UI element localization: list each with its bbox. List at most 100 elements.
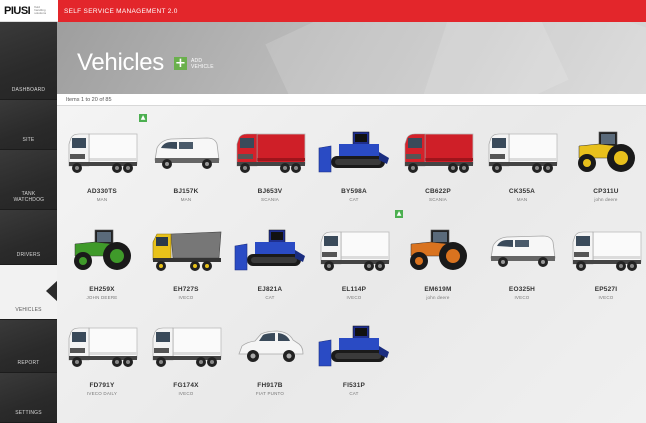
vehicle-brand: SCANIA	[429, 197, 447, 202]
vehicle-brand: IVECO	[346, 295, 362, 300]
page-title: Vehicles	[77, 49, 164, 76]
vehicle-brand: john deere	[594, 197, 618, 202]
logo-tagline: fluid handling solutions	[34, 5, 47, 15]
vehicle-card[interactable]: EH259X JOHN DEERE	[61, 206, 143, 302]
vehicle-brand: FIAT PUNTO	[255, 391, 285, 396]
vehicle-plate: FG174X	[173, 382, 199, 389]
page-header: Vehicles + ADD VEHICLE	[57, 22, 646, 94]
vehicle-card[interactable]: EO325H IVECO	[481, 206, 563, 302]
sidebar-item-tank-watchdog[interactable]: TANK WATCHDOG	[0, 150, 57, 210]
vehicle-brand: CAT	[265, 295, 275, 300]
vehicle-plate: AD330TS	[87, 188, 117, 195]
vehicle-brand: MAN	[516, 197, 528, 202]
sidebar-item-report[interactable]: REPORT	[0, 320, 57, 373]
vehicle-plate: CK355A	[508, 188, 536, 195]
dumptruck-yellow-icon	[149, 226, 223, 276]
vehicle-brand: CAT	[349, 391, 359, 396]
vehicle-brand: MAN	[180, 197, 192, 202]
bulldozer-blue-icon	[317, 128, 391, 178]
vehicle-brand: IVECO	[598, 295, 614, 300]
vehicle-card[interactable]: FI531P CAT	[313, 302, 395, 398]
vehicle-plate: FI531P	[342, 382, 366, 389]
sidebar-item-dashboard[interactable]: DASHBOARD	[0, 22, 57, 100]
vehicle-card[interactable]: EL114P IVECO	[313, 206, 395, 302]
brand-logo[interactable]: PIUSI fluid handling solutions	[0, 0, 58, 22]
alert-badge-icon[interactable]: ▲	[395, 210, 403, 218]
vehicle-brand: john deere	[426, 295, 450, 300]
sidebar-item-label: TANK WATCHDOG	[13, 191, 45, 203]
vehicle-brand: IVECO	[178, 295, 194, 300]
vehicle-plate: FH917B	[257, 382, 283, 389]
sidebar-item-label: REPORT	[17, 360, 40, 366]
tractor-green-icon	[65, 226, 139, 276]
vehicle-card[interactable]: EM619M john deere	[397, 206, 479, 302]
vehicle-brand: CAT	[349, 197, 359, 202]
logo-text: PIUSI	[4, 4, 31, 17]
vehicle-card[interactable]: BY598A CAT	[313, 108, 395, 204]
truck-red-icon	[401, 128, 475, 178]
vehicle-plate: CB622P	[425, 188, 451, 195]
vehicle-card[interactable]: FG174X IVECO	[145, 302, 227, 398]
vehicle-brand: IVECO	[514, 295, 530, 300]
vehicle-plate: EH727S	[173, 286, 199, 293]
vehicle-card[interactable]: CK355A MAN	[481, 108, 563, 204]
app-title: SELF SERVICE MANAGEMENT 2.0	[64, 7, 178, 15]
vehicle-card[interactable]: FD791Y IVECO DAILY	[61, 302, 143, 398]
vehicle-plate: EH259X	[89, 286, 115, 293]
vehicle-brand: JOHN DEERE	[86, 295, 118, 300]
van-white-icon	[149, 128, 223, 178]
sidebar: DASHBOARD SITE TANK WATCHDOG DRIVERS VEH…	[0, 22, 57, 423]
vehicle-plate: EO325H	[508, 286, 536, 293]
tractor-orange-icon	[401, 226, 475, 276]
vehicle-brand: IVECO DAILY	[86, 391, 118, 396]
truck-white-icon	[65, 322, 139, 372]
sidebar-item-label: VEHICLES	[15, 307, 42, 313]
sidebar-item-label: SITE	[22, 137, 35, 143]
vehicle-card[interactable]: BJ653V SCANIA	[229, 108, 311, 204]
vehicle-card[interactable]: CB622P SCANIA	[397, 108, 479, 204]
vehicle-card[interactable]: FH917B FIAT PUNTO	[229, 302, 311, 398]
pagination-info: Items 1 to 20 of 85	[57, 94, 646, 106]
bulldozer-blue-icon	[233, 226, 307, 276]
van-white-icon	[485, 226, 559, 276]
vehicle-plate: BJ653V	[257, 188, 283, 195]
vehicle-plate: EL114P	[341, 286, 367, 293]
vehicle-card[interactable]: EJ821A CAT	[229, 206, 311, 302]
vehicle-card[interactable]: EP527I IVECO	[565, 206, 646, 302]
vehicle-plate: EP527I	[594, 286, 618, 293]
alert-badge-icon[interactable]: ▲	[139, 114, 147, 122]
vehicle-brand: MAN	[96, 197, 108, 202]
vehicle-card[interactable]: AD330TS MAN	[61, 108, 143, 204]
vehicle-grid: AD330TS MAN BJ157K MAN BJ653V SCANIA BY598A…	[57, 106, 646, 423]
vehicle-plate: CP311U	[593, 188, 619, 195]
sidebar-item-drivers[interactable]: DRIVERS	[0, 210, 57, 265]
vehicle-card[interactable]: BJ157K MAN	[145, 108, 227, 204]
vehicle-plate: FD791Y	[89, 382, 115, 389]
truck-white-icon	[485, 128, 559, 178]
truck-white-icon	[569, 226, 643, 276]
bulldozer-blue-icon	[317, 322, 391, 372]
tractor-yellow-icon	[569, 128, 643, 178]
sidebar-item-settings[interactable]: SETTINGS	[0, 373, 57, 423]
app-title-bar: SELF SERVICE MANAGEMENT 2.0	[58, 0, 646, 22]
sidebar-item-label: DASHBOARD	[11, 87, 46, 93]
add-vehicle-button[interactable]: + ADD VEHICLE	[174, 57, 217, 70]
plus-icon: +	[174, 56, 187, 71]
sidebar-item-label: DRIVERS	[16, 252, 41, 258]
pager-text: Items 1 to 20 of 85	[66, 96, 112, 103]
vehicle-plate: BY598A	[341, 188, 367, 195]
truck-red-icon	[233, 128, 307, 178]
sidebar-item-label: SETTINGS	[15, 410, 42, 416]
vehicle-plate: EM619M	[424, 286, 452, 293]
vehicle-card[interactable]: EH727S IVECO	[145, 206, 227, 302]
truck-white-icon	[149, 322, 223, 372]
vehicle-plate: BJ157K	[173, 188, 199, 195]
truck-white-icon	[65, 128, 139, 178]
truck-white-icon	[317, 226, 391, 276]
vehicle-brand: SCANIA	[261, 197, 279, 202]
top-bar: PIUSI fluid handling solutions SELF SERV…	[0, 0, 646, 22]
header-decoration	[421, 22, 646, 94]
sidebar-item-site[interactable]: SITE	[0, 100, 57, 150]
vehicle-brand: IVECO	[178, 391, 194, 396]
vehicle-card[interactable]: CP311U john deere	[565, 108, 646, 204]
